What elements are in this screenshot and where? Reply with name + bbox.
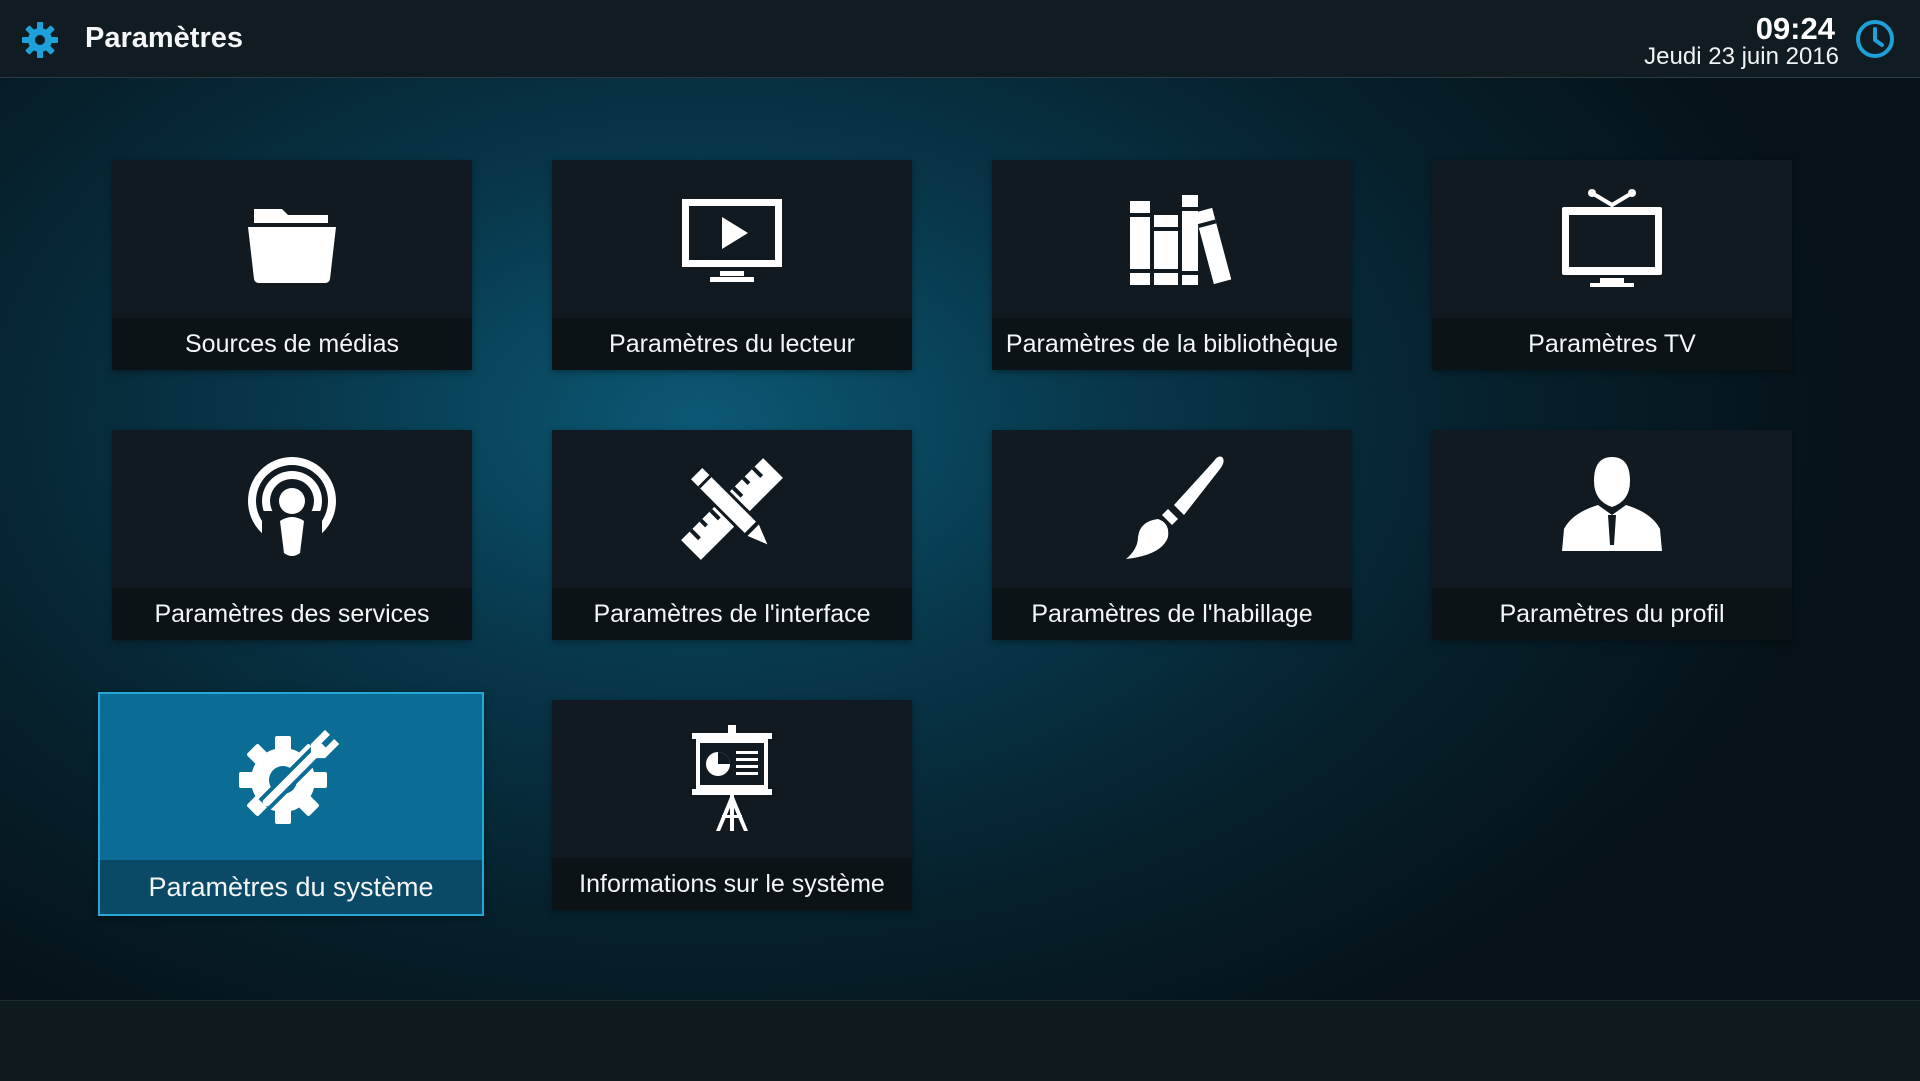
clock-icon	[1856, 20, 1894, 58]
tile-tv-settings[interactable]: Paramètres TV	[1432, 160, 1792, 370]
user-profile-icon	[1562, 457, 1662, 551]
tile-label: Paramètres de l'habillage	[1031, 599, 1313, 628]
tv-icon	[1562, 189, 1662, 287]
tile-icon-area	[112, 430, 472, 588]
tile-icon-area	[112, 160, 472, 318]
presentation-board-icon	[692, 725, 772, 831]
page-title: Paramètres	[85, 22, 243, 54]
tile-label-bar: Informations sur le système	[552, 858, 912, 910]
paintbrush-icon	[1126, 456, 1224, 559]
tile-icon-area	[1432, 160, 1792, 318]
clock-time: 09:24	[1755, 11, 1835, 46]
tile-system-settings[interactable]: Paramètres du système	[98, 692, 484, 916]
tile-label-bar: Sources de médias	[112, 318, 472, 370]
clock-date: Jeudi 23 juin 2016	[1644, 43, 1839, 70]
gear-wrench-icon	[239, 729, 340, 824]
tile-label: Paramètres des services	[154, 599, 430, 628]
tile-label: Paramètres du lecteur	[609, 329, 855, 358]
settings-screen: Paramètres 09:24 Jeudi 23 juin 2016 Sour…	[0, 0, 1920, 1081]
tile-label-bar: Paramètres de la bibliothèque	[992, 318, 1352, 370]
library-books-icon	[1130, 195, 1232, 285]
pencil-ruler-icon	[681, 458, 783, 560]
tile-icon-area	[992, 160, 1352, 318]
tile-interface-settings[interactable]: Paramètres de l'interface	[552, 430, 912, 640]
player-monitor-icon	[682, 199, 782, 282]
tile-player-settings[interactable]: Paramètres du lecteur	[552, 160, 912, 370]
gear-icon	[22, 22, 58, 58]
tile-skin-settings[interactable]: Paramètres de l'habillage	[992, 430, 1352, 640]
footer-bar	[0, 1000, 1920, 1081]
tile-label: Paramètres du profil	[1499, 599, 1725, 628]
tile-icon-area	[552, 430, 912, 588]
tile-library-settings[interactable]: Paramètres de la bibliothèque	[992, 160, 1352, 370]
tile-label-bar: Paramètres de l'habillage	[992, 588, 1352, 640]
tile-label: Paramètres du système	[148, 871, 434, 902]
tile-label-bar: Paramètres du profil	[1432, 588, 1792, 640]
tile-profile-settings[interactable]: Paramètres du profil	[1432, 430, 1792, 640]
tile-media-sources[interactable]: Sources de médias	[112, 160, 472, 370]
top-bar: Paramètres 09:24 Jeudi 23 juin 2016	[0, 0, 1920, 78]
podcast-broadcast-icon	[248, 457, 336, 556]
tile-label: Paramètres de la bibliothèque	[1005, 329, 1339, 358]
tile-label-bar: Paramètres des services	[112, 588, 472, 640]
tile-label-bar: Paramètres de l'interface	[552, 588, 912, 640]
tile-icon-area	[552, 160, 912, 318]
tile-icon-area	[100, 694, 482, 862]
tile-label-bar: Paramètres TV	[1432, 318, 1792, 370]
folder-icon	[248, 209, 336, 283]
tile-label-bar: Paramètres du système	[100, 860, 482, 914]
tile-system-information[interactable]: Informations sur le système	[552, 700, 912, 910]
tile-label: Sources de médias	[184, 329, 399, 358]
tile-icon-area	[552, 700, 912, 858]
tile-label: Paramètres TV	[1528, 329, 1696, 358]
tile-icon-area	[1432, 430, 1792, 588]
tile-icon-area	[992, 430, 1352, 588]
tile-label-bar: Paramètres du lecteur	[552, 318, 912, 370]
tile-service-settings[interactable]: Paramètres des services	[112, 430, 472, 640]
tile-label: Informations sur le système	[579, 869, 885, 898]
tile-label: Paramètres de l'interface	[593, 599, 871, 628]
